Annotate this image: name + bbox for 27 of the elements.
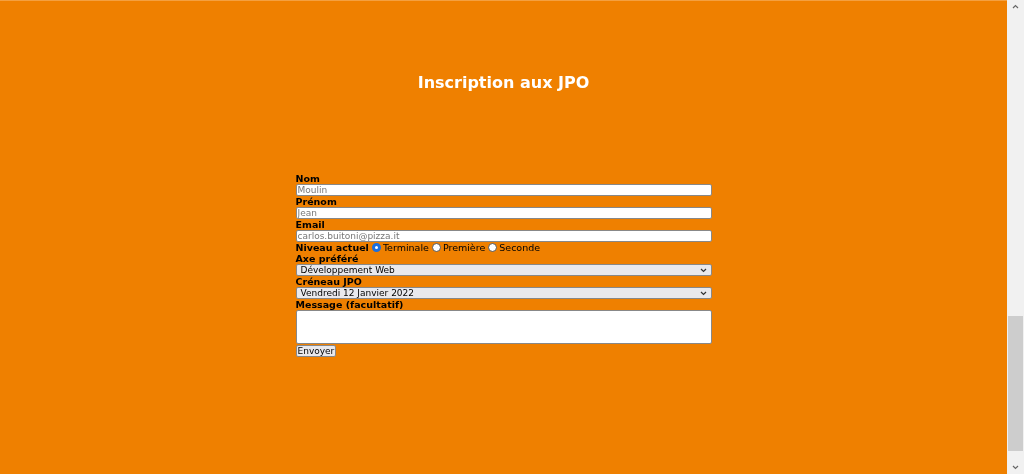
field-label: Email: [295, 219, 325, 230]
dropdown[interactable]: Développement Web: [295, 264, 712, 276]
radio-button[interactable]: [371, 243, 381, 252]
field-label: Axe préféré: [295, 253, 359, 264]
message-field[interactable]: [295, 310, 712, 344]
input-field[interactable]: Jean: [295, 207, 712, 219]
scrollbar[interactable]: [1007, 0, 1024, 474]
field-label: Message (facultatif): [295, 299, 404, 310]
submit-button[interactable]: Envoyer: [295, 345, 337, 357]
page-title: Inscription aux JPO: [417, 72, 590, 94]
radio-label: Terminale: [382, 242, 429, 253]
radio-label: Première: [442, 242, 486, 253]
scroll-up-icon[interactable]: [1012, 4, 1019, 9]
field-label: Prénom: [295, 196, 337, 207]
field-label: Nom: [295, 173, 320, 184]
chevron-down-icon: [699, 267, 707, 273]
chevron-down-icon: [699, 290, 707, 296]
scroll-down-icon[interactable]: [1012, 465, 1019, 470]
radio-label: Seconde: [499, 242, 541, 253]
radio-button[interactable]: [431, 243, 441, 252]
input-field[interactable]: Moulin: [295, 184, 712, 196]
field-label: Niveau actuel: [295, 242, 369, 253]
input-field[interactable]: carlos.buitoni@pizza.it: [295, 230, 712, 242]
field-label: Créneau JPO: [295, 276, 362, 287]
scrollbar-thumb[interactable]: [1008, 316, 1023, 451]
radio-button[interactable]: [488, 243, 498, 252]
dropdown[interactable]: Vendredi 12 Janvier 2022: [295, 287, 712, 299]
